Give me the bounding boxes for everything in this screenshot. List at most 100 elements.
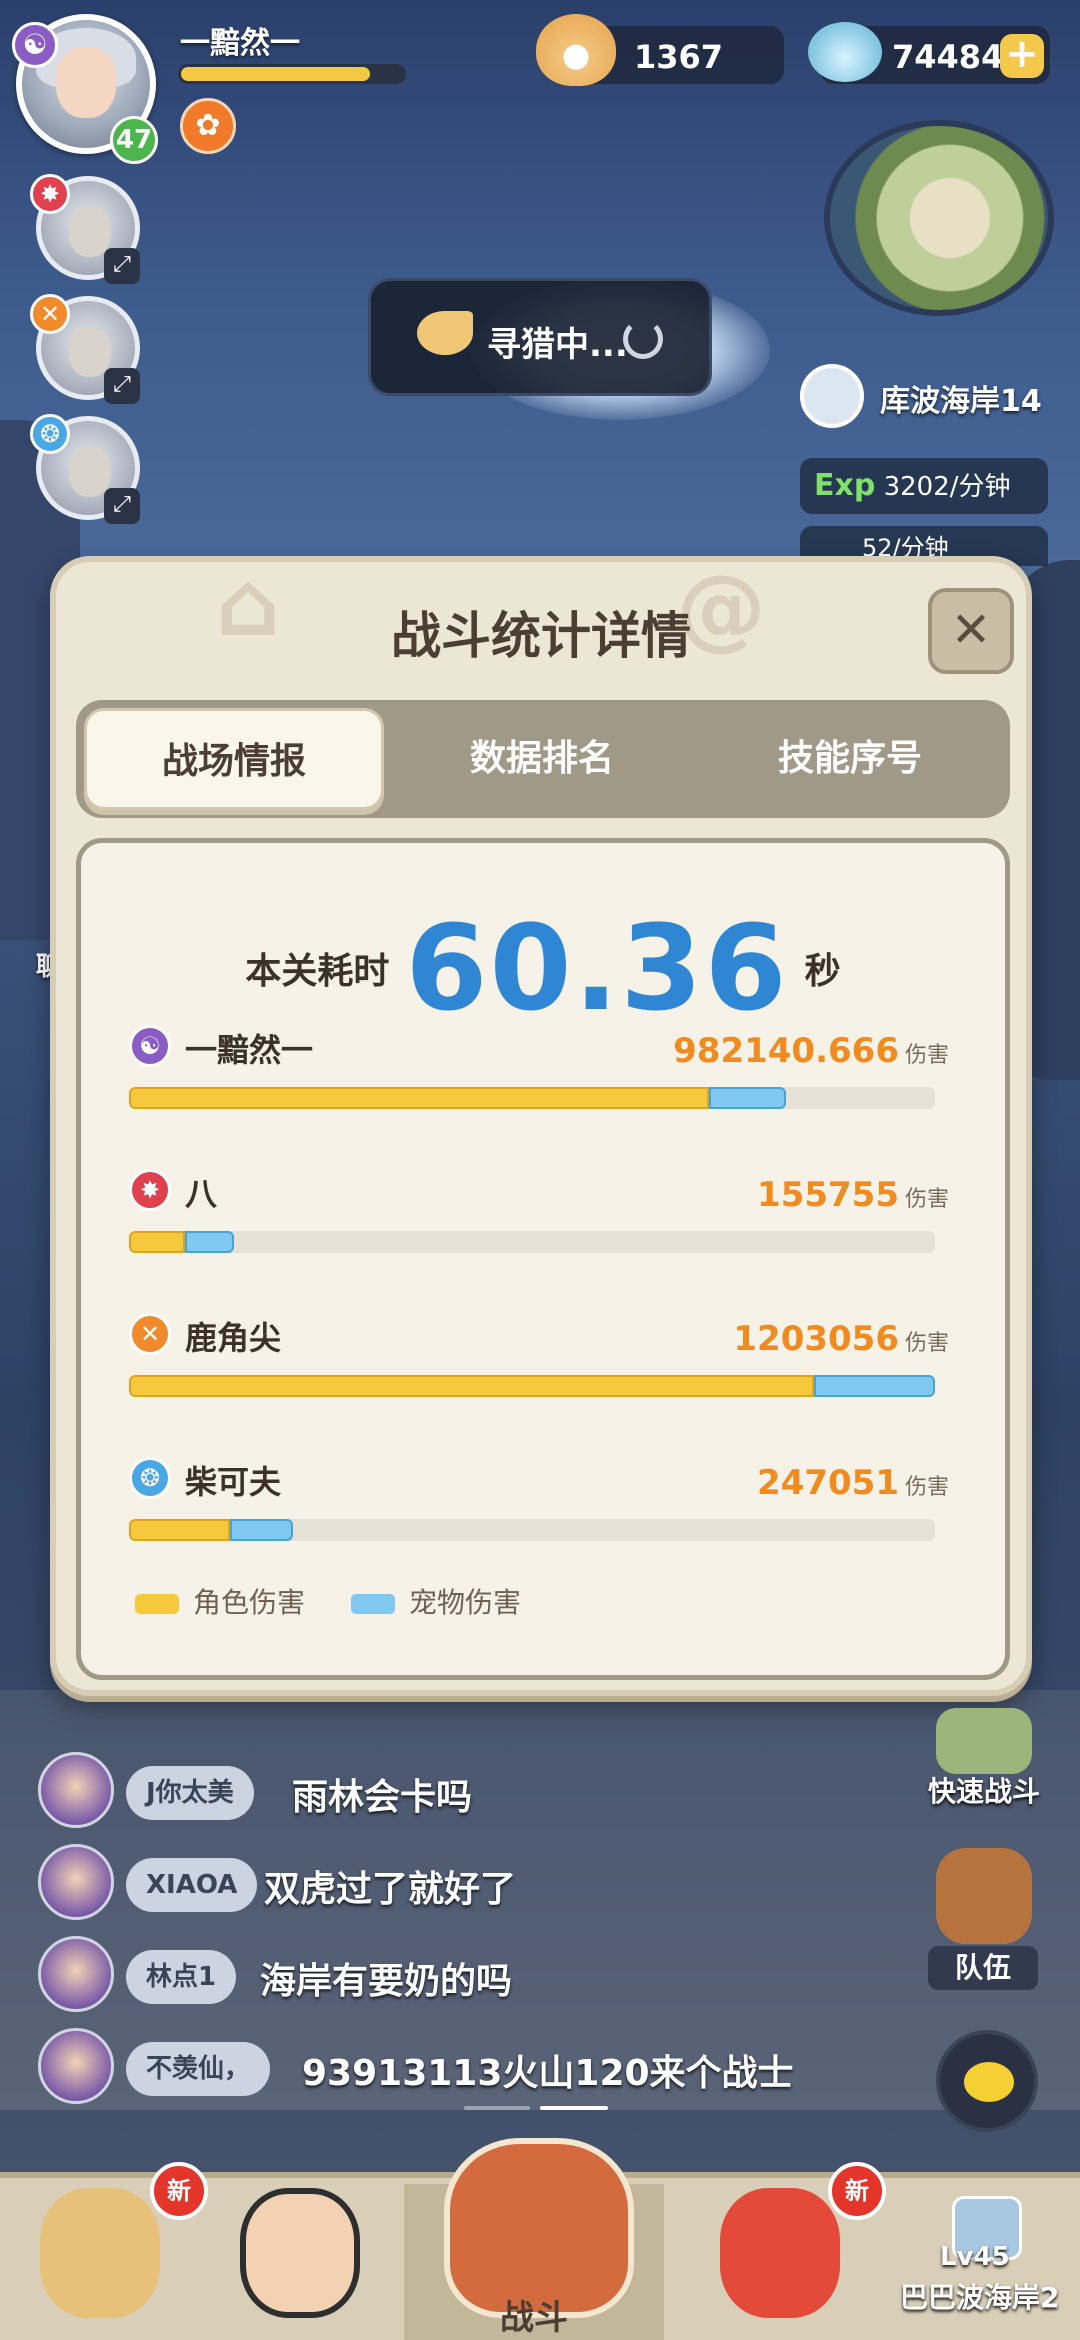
damage-number: 982140.666 [673,1031,899,1071]
legend-pet-damage: 宠物伤害 [351,1581,521,1621]
pet-damage-segment [814,1375,935,1397]
damage-unit: 伤害 [904,1331,949,1356]
role-damage-segment [129,1375,815,1397]
nav-hero-2[interactable] [200,2178,400,2340]
member-face [69,447,111,497]
element-icon: ❂ [30,414,70,454]
chat-avatar [38,1936,114,2012]
add-currency-button[interactable]: + [1000,34,1044,78]
panel-title: 战斗统计详情 [391,607,691,665]
chat-message[interactable]: 不羡仙， 93913113火山120来个战士 [38,2028,1038,2108]
hero-portrait [240,2188,360,2318]
member-action-icon[interactable]: ⤢ [104,368,140,404]
time-unit: 秒 [804,951,841,992]
element-icon: ✸ [129,1169,171,1211]
loading-spinner-icon [623,319,663,359]
chat-text: 雨林会卡吗 [292,1777,473,1818]
exp-label: Exp [814,468,876,503]
role-damage-segment [129,1087,710,1109]
damage-number: 155755 [757,1175,899,1215]
horn-icon [417,311,473,355]
chat-avatar [38,2028,114,2104]
damage-value: 982140.666 伤害 [673,1031,949,1071]
battle-info-content: 本关耗时 60.36 秒 ☯ 一黯然一 982140.666 伤害 ✸ 八 15575… [76,838,1010,1680]
damage-unit: 伤害 [904,1187,949,1212]
element-icon: ✕ [129,1313,171,1355]
role-damage-segment [129,1231,186,1253]
location-name[interactable]: 库波海岸14 [880,376,1042,420]
pet-portrait [720,2188,840,2318]
chat-page-indicator [464,2106,530,2110]
element-icon: ✸ [30,174,70,214]
time-label: 本关耗时 [245,951,390,992]
pearl-count: 1367 [634,38,724,76]
chat-message[interactable]: J你太美 雨林会卡吗 [38,1752,1038,1832]
nav-hero-1[interactable]: 新 [0,2162,208,2340]
locked-map-button[interactable]: Lv45 巴巴波海岸2 [880,2180,1080,2340]
member-face [69,327,111,377]
team-icon[interactable] [936,1848,1032,1944]
location-shell-icon [800,364,864,428]
element-icon: ☯ [129,1025,171,1067]
pet-damage-segment [229,1519,293,1541]
player-damage-row: ❂ 柴可夫 247051 伤害 [129,1457,949,1577]
locked-map-name: 巴巴波海岸2 [900,2281,1060,2314]
tab-bar: 战场情报 数据排名 技能序号 [76,700,1010,818]
element-icon: ❂ [129,1457,171,1499]
nav-battle-label[interactable]: 战斗 [404,2290,664,2339]
shell-icon [808,22,882,82]
chat-text: 双虎过了就好了 [264,1869,517,1910]
chat-fab-button[interactable] [936,2030,1038,2132]
chat-text: 海岸有要奶的吗 [260,1961,513,2002]
chat-message[interactable]: 林点1 海岸有要奶的吗 [38,1936,1038,2016]
tab-data-ranking[interactable]: 数据排名 [392,708,692,810]
chat-sender: XIAOA [126,1858,258,1912]
nav-pet[interactable]: 新 [680,2162,886,2340]
chat-avatar [38,1752,114,1828]
hunting-label: 寻猎中... [487,325,628,365]
damage-number: 1203056 [733,1319,899,1359]
chat-sender: J你太美 [126,1766,254,1820]
chat-avatar [38,1844,114,1920]
close-button[interactable]: ✕ [928,588,1014,674]
member-action-icon[interactable]: ⤢ [104,248,140,284]
damage-bar [129,1231,935,1253]
member-action-icon[interactable]: ⤢ [104,488,140,524]
player-damage-row: ✕ 鹿角尖 1203056 伤害 [129,1313,949,1433]
chat-message[interactable]: XIAOA 双虎过了就好了 [38,1844,1038,1924]
pet-damage-segment [709,1087,786,1109]
locked-level: Lv45 [940,2242,1010,2272]
time-value: 60.36 [405,899,789,1037]
player-level-badge: 47 [110,116,158,164]
damage-unit: 伤害 [904,1475,949,1500]
pet-damage-segment [185,1231,234,1253]
player-name: 柴可夫 [185,1463,282,1501]
chat-bubble-icon [964,2062,1014,2102]
damage-unit: 伤害 [904,1043,949,1068]
avatar-face [56,48,116,118]
legend-label: 宠物伤害 [409,1586,522,1619]
damage-bar [129,1375,935,1397]
tab-skill-order[interactable]: 技能序号 [700,708,1000,810]
damage-value: 247051 伤害 [757,1463,949,1503]
shell-count: 74484 [892,38,1004,76]
chat-sender: 不羡仙， [126,2042,271,2096]
player-damage-row: ✸ 八 155755 伤害 [129,1169,949,1289]
tab-battle-info[interactable]: 战场情报 [84,708,384,810]
chat-text: 93913113火山120来个战士 [302,2053,794,2094]
team-label[interactable]: 队伍 [928,1946,1038,1990]
buff-icon[interactable]: ✿ [180,98,236,154]
legend-role-damage: 角色伤害 [135,1581,305,1621]
fast-battle-label[interactable]: 快速战斗 [928,1770,1040,1810]
damage-bar [129,1519,935,1541]
minimap[interactable] [824,120,1054,316]
exp-fill [181,67,370,81]
exp-rate-value: 3202/分钟 [883,472,1011,502]
fast-battle-icon[interactable] [936,1708,1032,1774]
damage-number: 247051 [757,1463,899,1503]
player-name: 一黯然一 [180,26,300,61]
member-face [69,207,111,257]
new-badge: 新 [828,2162,886,2220]
element-icon: ✕ [30,294,70,334]
legend-swatch [135,1594,179,1614]
